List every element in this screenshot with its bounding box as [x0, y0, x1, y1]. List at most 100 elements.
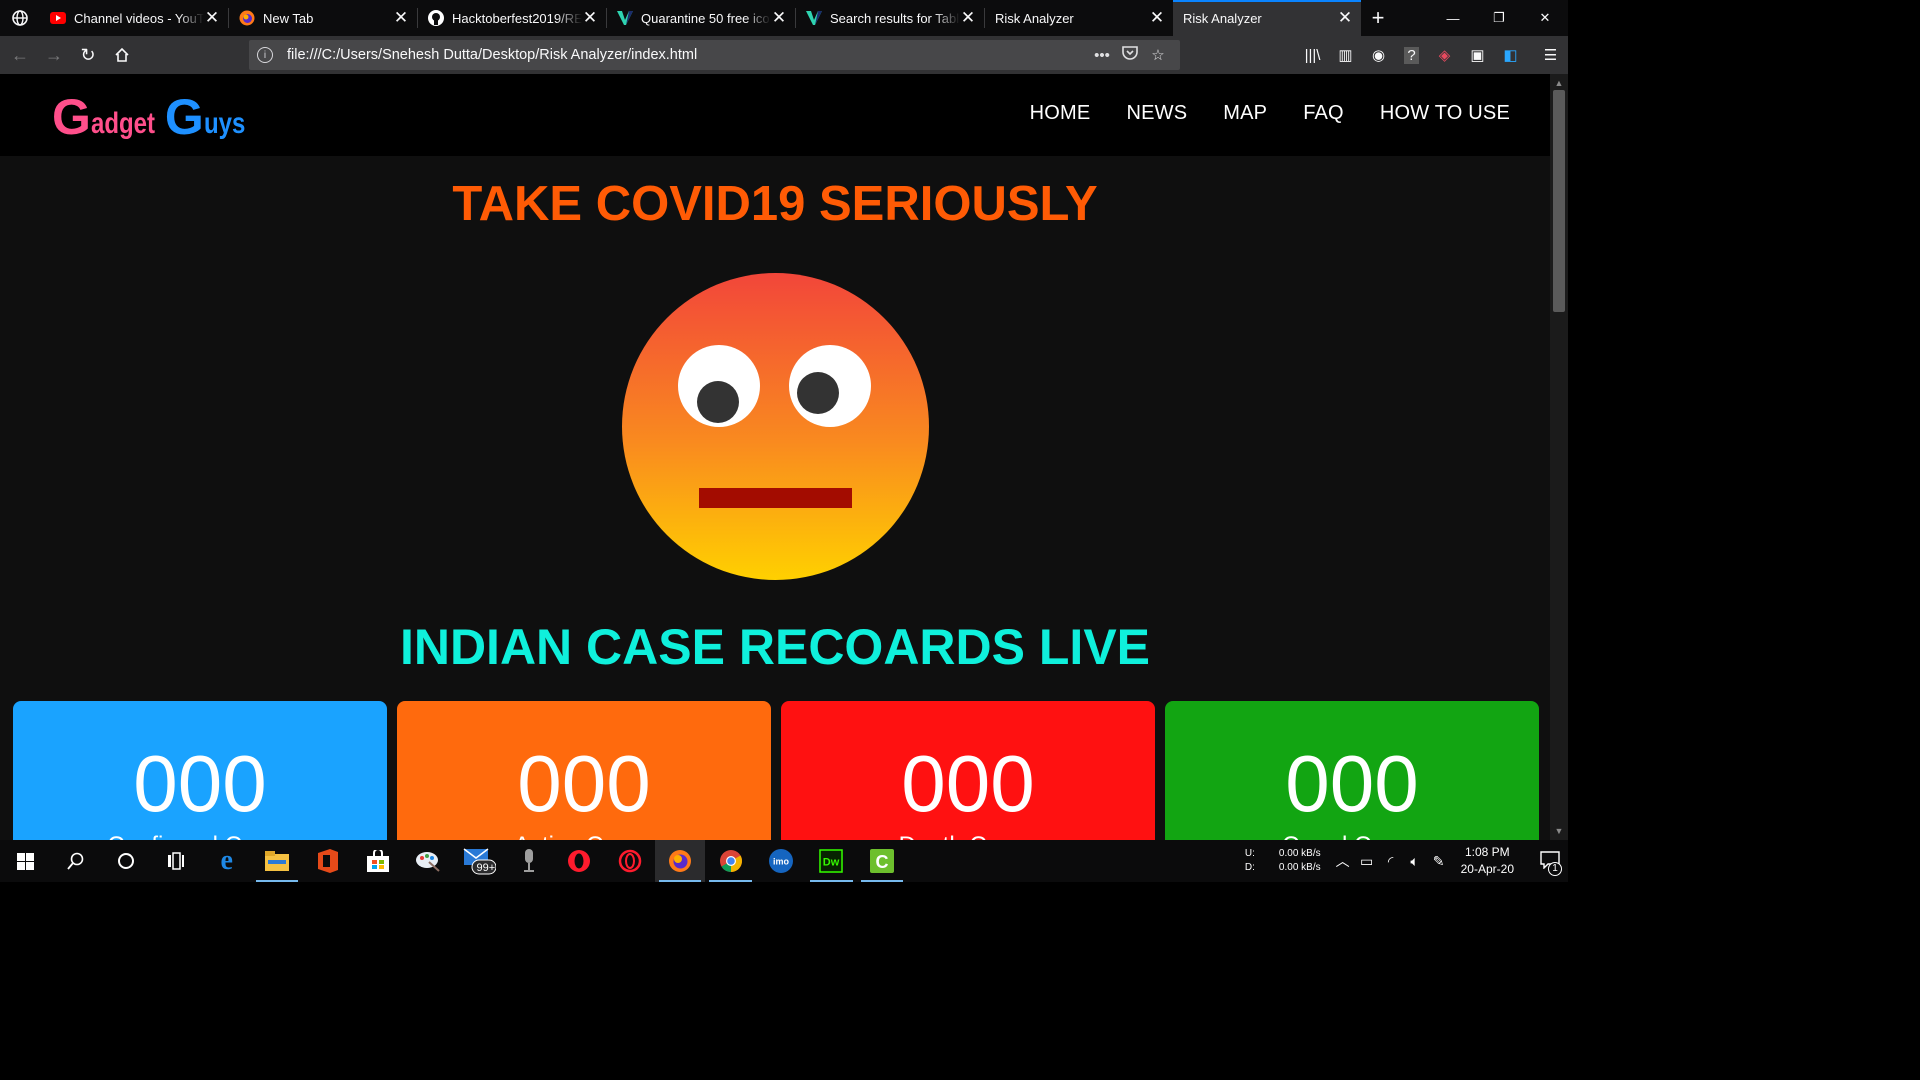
close-tab-icon[interactable]: ✕ — [1337, 9, 1353, 26]
home-button[interactable] — [106, 39, 138, 71]
logo-text-adget: adget — [90, 107, 155, 140]
imo-icon[interactable]: imo — [756, 840, 806, 882]
scrollbar-thumb[interactable] — [1553, 90, 1565, 312]
site-header: G adget G uys HOME NEWS MAP FAQ HOW TO U… — [0, 74, 1550, 156]
active-cases-card: 000 Active Cases — [397, 701, 771, 840]
chat-extension-icon[interactable]: ▣ — [1461, 36, 1494, 74]
firefox-taskbar-icon[interactable] — [655, 840, 706, 882]
office-icon[interactable] — [302, 840, 352, 882]
opera-icon[interactable] — [554, 840, 604, 882]
pocket-icon[interactable] — [1116, 46, 1144, 64]
site-info-icon[interactable]: i — [257, 47, 273, 63]
search-icon[interactable] — [50, 840, 100, 882]
dreamweaver-icon[interactable]: Dw — [806, 840, 856, 882]
chrome-icon[interactable] — [705, 840, 755, 882]
url-bar[interactable]: i file:///C:/Users/Snehesh Dutta/Desktop… — [249, 40, 1180, 70]
back-button[interactable]: ← — [4, 39, 36, 71]
windows-start-icon[interactable] — [0, 840, 50, 882]
account-icon[interactable]: ◉ — [1362, 36, 1395, 74]
tab[interactable]: New Tab ✕ — [229, 0, 417, 36]
notification-center-icon[interactable]: 1 — [1532, 850, 1568, 876]
wifi-icon[interactable]: ◜ — [1379, 853, 1403, 870]
edge-icon[interactable]: e — [202, 840, 252, 882]
tab[interactable]: Search results for Table ✕ — [796, 0, 984, 36]
volume-icon[interactable]: 🔈︎ — [1403, 853, 1427, 870]
menu-icon[interactable]: ☰ — [1534, 36, 1567, 74]
window-controls: — ❐ ✕ — [1430, 0, 1568, 36]
tab-list-icon[interactable] — [0, 0, 40, 36]
url-text: file:///C:/Users/Snehesh Dutta/Desktop/R… — [287, 47, 698, 63]
youtube-icon — [50, 10, 66, 26]
tab[interactable]: Channel videos - YouTube ✕ — [40, 0, 228, 36]
death-cases-count: 000 — [901, 739, 1035, 828]
minimize-icon[interactable]: — — [1430, 0, 1476, 36]
site-nav: HOME NEWS MAP FAQ HOW TO USE — [1030, 102, 1510, 125]
close-tab-icon[interactable]: ✕ — [960, 9, 976, 26]
tab-title: Risk Analyzer — [1183, 10, 1262, 26]
tab[interactable]: Hacktoberfest2019/README ✕ — [418, 0, 606, 36]
scroll-up-icon[interactable]: ▲ — [1550, 76, 1568, 90]
nav-news-link[interactable]: NEWS — [1126, 102, 1187, 125]
tab-title: Risk Analyzer — [995, 10, 1074, 26]
scroll-down-icon[interactable]: ▼ — [1550, 824, 1568, 838]
sidebar-icon[interactable]: ▥ — [1329, 36, 1362, 74]
page-scrollbar[interactable]: ▲ ▼ — [1550, 74, 1568, 840]
page-headline: TAKE COVID19 SERIOUSLY — [452, 177, 1098, 231]
tab-strip: Channel videos - YouTube ✕ New Tab ✕ Hac… — [0, 0, 1568, 36]
vector-icon — [617, 10, 633, 26]
opera-gx-icon[interactable] — [605, 840, 655, 882]
tab-active[interactable]: Risk Analyzer ✕ — [1173, 0, 1361, 36]
nav-how-to-use-link[interactable]: HOW TO USE — [1380, 102, 1510, 125]
mail-icon[interactable]: 99+ — [454, 840, 504, 882]
microphone-icon[interactable] — [504, 840, 554, 882]
tab[interactable]: Risk Analyzer ✕ — [985, 0, 1173, 36]
site-logo[interactable]: G adget G uys — [52, 90, 256, 142]
nav-faq-link[interactable]: FAQ — [1303, 102, 1344, 125]
confirmed-cases-card: 000 Confirmed Cases — [13, 701, 387, 840]
nav-map-link[interactable]: MAP — [1223, 102, 1267, 125]
close-tab-icon[interactable]: ✕ — [1149, 9, 1165, 26]
file-explorer-icon[interactable] — [252, 840, 302, 882]
notification-count: 1 — [1548, 861, 1562, 876]
tab[interactable]: Quarantine 50 free icons ✕ — [607, 0, 795, 36]
close-tab-icon[interactable]: ✕ — [771, 9, 787, 26]
case-cards: 000 Confirmed Cases 000 Active Cases 000… — [13, 701, 1539, 840]
tab-title: Hacktoberfest2019/README — [452, 10, 582, 26]
clock[interactable]: 1:08 PM 20-Apr-20 — [1461, 844, 1514, 878]
death-cases-label: Death Cases — [781, 832, 1155, 840]
worried-face-emoji — [622, 273, 929, 580]
paint-icon[interactable] — [403, 840, 453, 882]
close-tab-icon[interactable]: ✕ — [582, 9, 598, 26]
help-extension-icon[interactable]: ? — [1395, 36, 1428, 74]
close-window-icon[interactable]: ✕ — [1522, 0, 1568, 36]
camtasia-icon[interactable]: C — [857, 840, 907, 882]
task-view-icon[interactable] — [151, 840, 201, 882]
translate-extension-icon[interactable]: ◧ — [1494, 36, 1527, 74]
active-cases-label: Active Cases — [397, 832, 771, 840]
extension-icon[interactable]: ◈ — [1428, 36, 1461, 74]
nav-home-link[interactable]: HOME — [1030, 102, 1091, 125]
pen-icon[interactable]: ✎ — [1427, 853, 1451, 870]
github-icon — [428, 10, 444, 26]
close-tab-icon[interactable]: ✕ — [204, 9, 220, 26]
cortana-icon[interactable] — [101, 840, 151, 882]
page-actions-icon[interactable]: ••• — [1088, 47, 1116, 64]
download-label: D: — [1244, 862, 1255, 873]
system-tray: U: D: 0.00 kB/s 0.00 kB/s ︿ ▭ ◜ 🔈︎ ✎ 1:08 … — [1245, 840, 1568, 882]
restore-icon[interactable]: ❐ — [1476, 0, 1522, 36]
battery-icon[interactable]: ▭ — [1355, 853, 1379, 870]
svg-text:imo: imo — [773, 857, 790, 867]
reload-button[interactable]: ↻ — [72, 39, 104, 71]
upload-label: U: — [1244, 848, 1255, 859]
cured-cases-label: Cured Cases — [1165, 832, 1539, 840]
store-icon[interactable] — [353, 840, 403, 882]
library-icon[interactable]: |||\ — [1296, 36, 1329, 74]
close-tab-icon[interactable]: ✕ — [393, 9, 409, 26]
bookmark-star-icon[interactable]: ☆ — [1144, 46, 1172, 64]
time: 1:08 PM — [1464, 845, 1510, 859]
confirmed-cases-label: Confirmed Cases — [13, 832, 387, 840]
forward-button[interactable]: → — [38, 39, 70, 71]
chevron-up-icon[interactable]: ︿ — [1331, 851, 1355, 871]
logo-text-uys: uys — [203, 107, 246, 140]
new-tab-button[interactable]: + — [1361, 0, 1395, 36]
